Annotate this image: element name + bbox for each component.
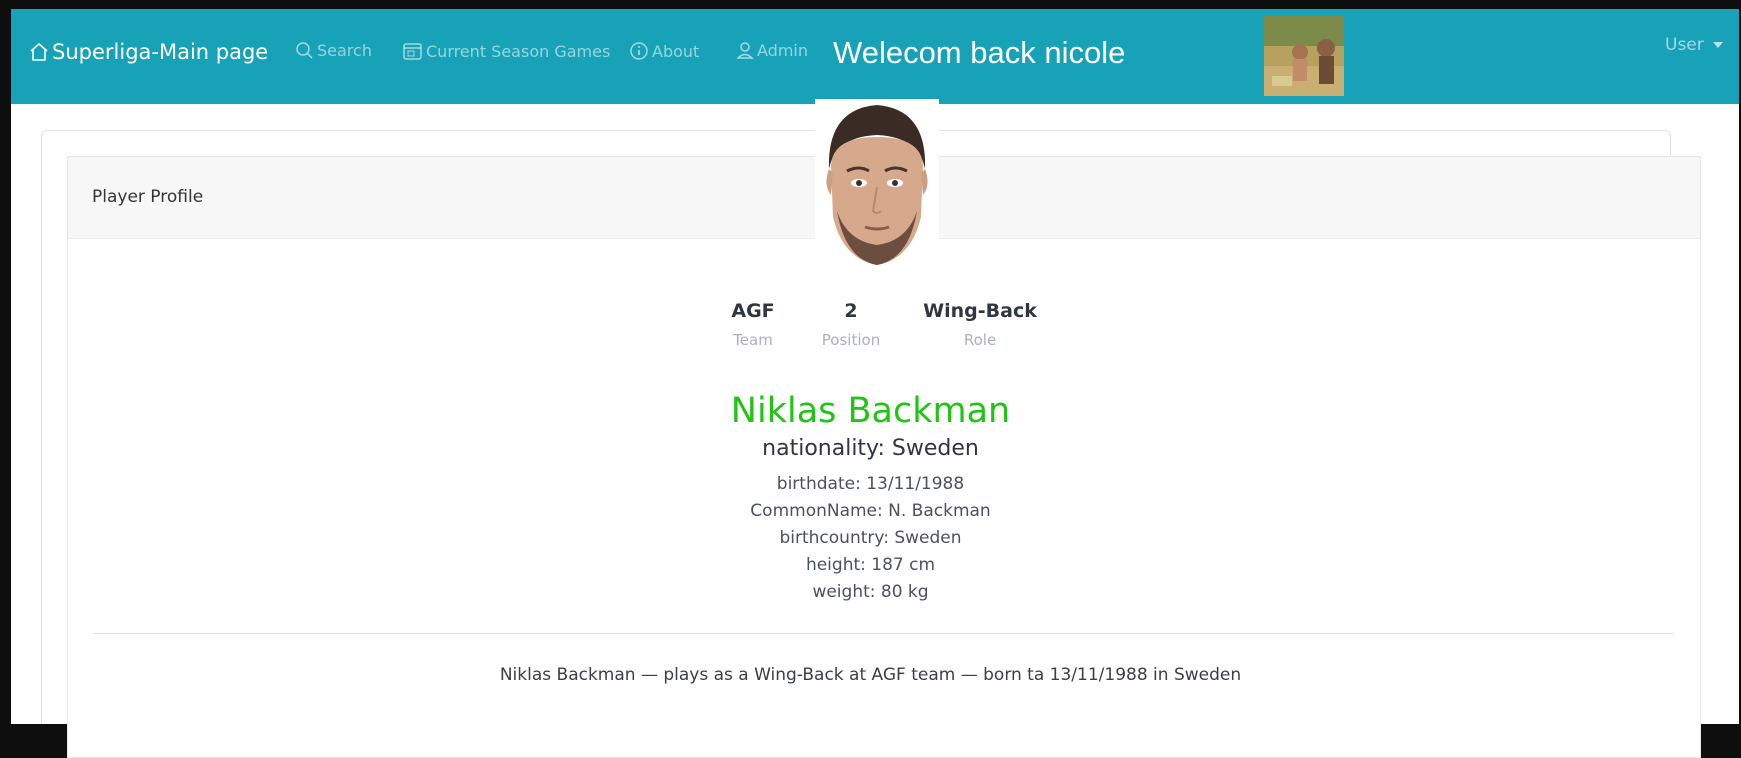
player-birthcountry: birthcountry: Sweden	[779, 528, 962, 548]
welcome-message: Welecom back nicole	[833, 35, 1126, 70]
player-birthdate: birthdate: 13/11/1988	[776, 474, 965, 494]
player-name: Niklas Backman	[730, 391, 1011, 431]
home-link[interactable]: Superliga-Main page	[28, 40, 268, 64]
user-avatar[interactable]	[1264, 16, 1344, 96]
info-icon	[630, 42, 648, 60]
role-label: Role	[963, 331, 997, 349]
nav-current-season-games-label: Current Season Games	[426, 41, 611, 61]
user-menu-dropdown[interactable]: User	[1665, 35, 1723, 55]
nav-about-label: About	[652, 41, 700, 61]
card-header-title: Player Profile	[92, 187, 204, 207]
caret-down-icon	[1712, 42, 1723, 48]
role-value: Wing-Back	[923, 300, 1037, 322]
top-navbar: Superliga-Main page Search Current Seaso…	[11, 9, 1739, 104]
player-photo	[815, 99, 939, 274]
search-icon	[296, 42, 313, 59]
position-label: Position	[821, 331, 881, 349]
section-divider	[93, 633, 1674, 634]
nav-about[interactable]: About	[629, 41, 699, 61]
nav-search-label: Search	[317, 41, 372, 60]
player-summary: Niklas Backman — plays as a Wing-Back at…	[499, 665, 1242, 685]
player-common-name: CommonName: N. Backman	[750, 501, 991, 521]
player-nationality: nationality: Sweden	[762, 436, 979, 461]
player-height: height: 187 cm	[805, 555, 936, 575]
nav-search[interactable]: Search	[295, 41, 372, 60]
user-icon	[736, 42, 754, 59]
player-weight: weight: 80 kg	[812, 582, 929, 602]
brand-label: Superliga-Main page	[52, 40, 269, 64]
role-stat: Wing-Back Role	[910, 300, 1050, 349]
nav-current-season-games[interactable]: Current Season Games	[402, 41, 610, 61]
home-icon	[30, 43, 48, 61]
user-menu-label: User	[1665, 35, 1704, 55]
position-value: 2	[844, 300, 858, 322]
nav-admin-label: Admin	[757, 41, 808, 60]
calendar-icon	[403, 43, 422, 60]
position-stat: 2 Position	[781, 300, 921, 349]
nav-admin[interactable]: Admin	[736, 41, 808, 60]
